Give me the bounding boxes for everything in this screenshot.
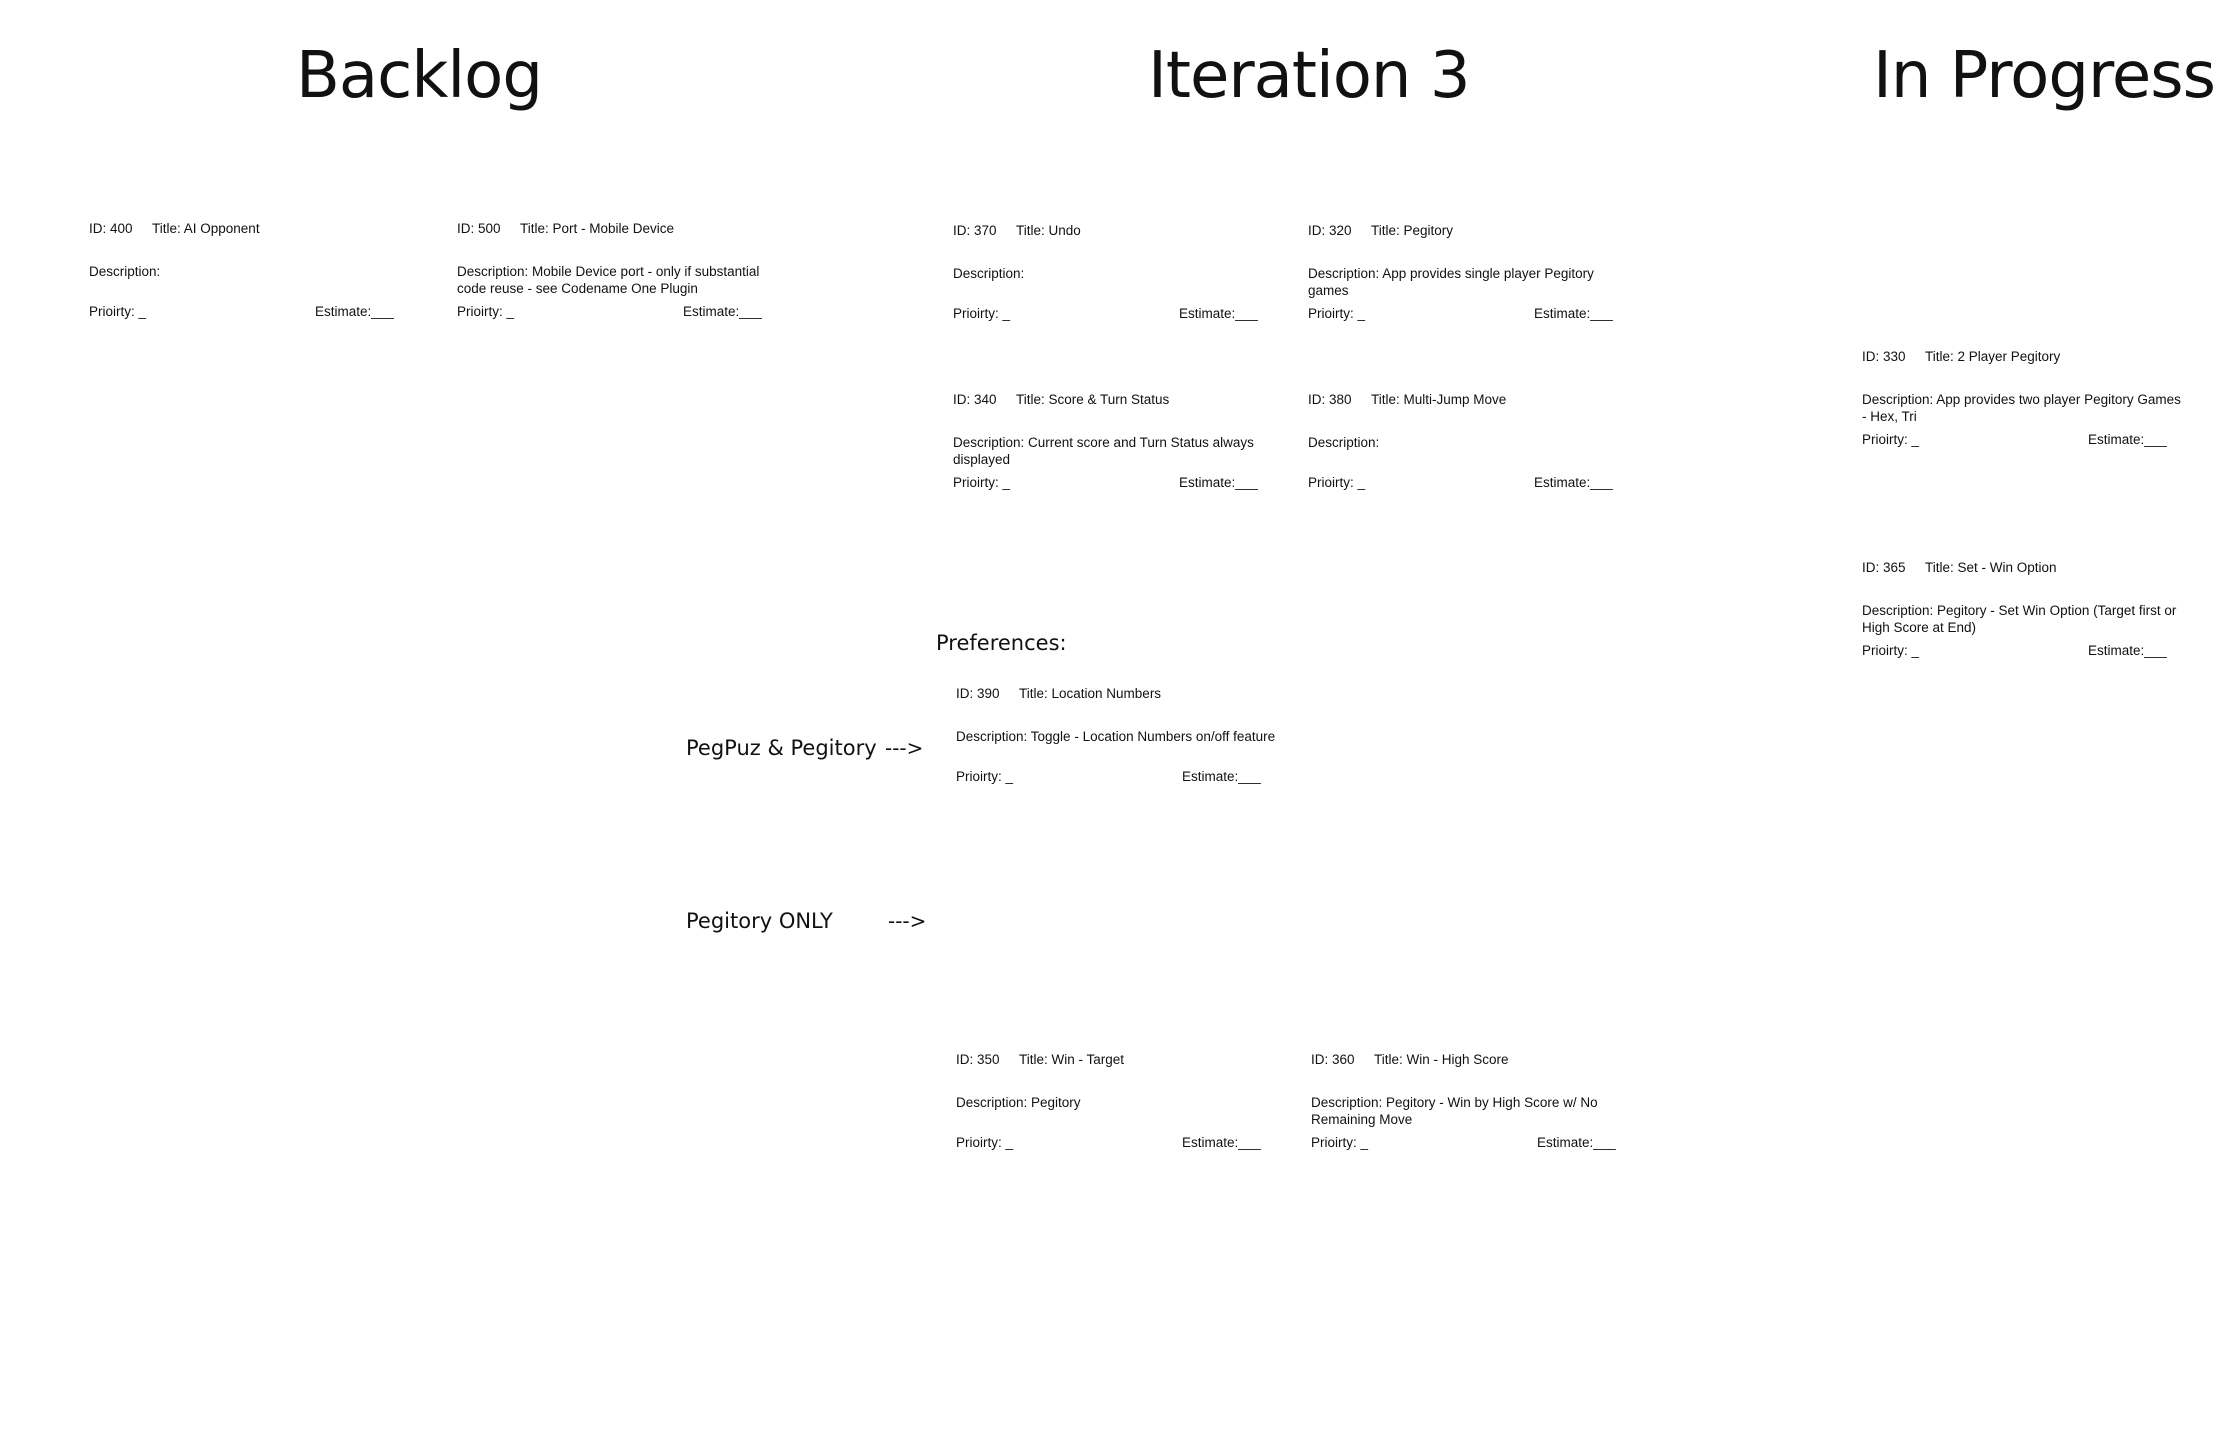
- card-title: Title: 2 Player Pegitory: [1925, 349, 2061, 364]
- card-priority: Prioirty: _: [1308, 475, 1366, 490]
- card-estimate: Estimate:___: [1182, 1135, 1261, 1150]
- backlog-heading: Backlog: [296, 39, 543, 113]
- card-title: Title: Score & Turn Status: [1016, 392, 1170, 407]
- pegpuz-pegitory-label: PegPuz & Pegitory: [686, 736, 877, 760]
- card-priority: Prioirty: _: [1311, 1135, 1369, 1150]
- card-description: Description: Mobile Device port - only i…: [457, 264, 760, 296]
- card-id: ID: 360: [1311, 1052, 1355, 1067]
- card-estimate: Estimate:___: [1179, 475, 1258, 490]
- card-estimate: Estimate:___: [1182, 769, 1261, 784]
- card-description: Description: App provides two player Peg…: [1862, 392, 2181, 424]
- card-priority: Prioirty: _: [457, 304, 515, 319]
- card-estimate: Estimate:___: [1534, 475, 1613, 490]
- arrow-right-icon: --->: [888, 909, 927, 933]
- story-card-320: ID: 320 Title: Pegitory Description: App …: [1308, 222, 1648, 322]
- card-priority: Prioirty: _: [953, 475, 1011, 490]
- story-card-340: ID: 340 Title: Score & Turn Status Descri…: [953, 391, 1293, 491]
- card-priority: Prioirty: _: [1862, 643, 1920, 658]
- in-progress-heading: In Progress: [1873, 39, 2216, 113]
- card-title: Title: AI Opponent: [152, 221, 260, 236]
- story-card-350: ID: 350 Title: Win - Target Description: …: [956, 1051, 1296, 1151]
- card-title: Title: Win - Target: [1019, 1052, 1125, 1067]
- arrow-right-icon: --->: [885, 736, 924, 760]
- card-description: Description: Toggle - Location Numbers o…: [956, 729, 1276, 744]
- card-description: Description: Pegitory - Win by High Scor…: [1311, 1095, 1598, 1127]
- card-priority: Prioirty: _: [1862, 432, 1920, 447]
- pegitory-only-label: Pegitory ONLY: [686, 909, 833, 933]
- card-estimate: Estimate:___: [1534, 306, 1613, 321]
- card-id: ID: 390: [956, 686, 1000, 701]
- card-description: Description:: [953, 266, 1025, 281]
- card-id: ID: 400: [89, 221, 133, 236]
- card-id: ID: 370: [953, 223, 997, 238]
- card-description: Description:: [1308, 435, 1380, 450]
- card-priority: Prioirty: _: [956, 1135, 1014, 1150]
- story-card-400: ID: 400 Title: AI Opponent Description: P…: [89, 220, 429, 320]
- card-priority: Prioirty: _: [1308, 306, 1366, 321]
- card-estimate: Estimate:___: [683, 304, 762, 319]
- card-title: Title: Multi-Jump Move: [1371, 392, 1507, 407]
- preferences-label: Preferences:: [936, 631, 1067, 655]
- card-description: Description: App provides single player …: [1308, 266, 1594, 298]
- card-description: Description: Pegitory - Set Win Option (…: [1862, 603, 2177, 635]
- card-estimate: Estimate:___: [315, 304, 394, 319]
- card-title: Title: Location Numbers: [1019, 686, 1162, 701]
- story-card-390: ID: 390 Title: Location Numbers Descripti…: [956, 685, 1296, 785]
- card-estimate: Estimate:___: [2088, 432, 2167, 447]
- card-id: ID: 365: [1862, 560, 1906, 575]
- card-title: Title: Win - High Score: [1374, 1052, 1509, 1067]
- card-priority: Prioirty: _: [953, 306, 1011, 321]
- story-card-500: ID: 500 Title: Port - Mobile Device Descr…: [457, 220, 797, 320]
- story-card-370: ID: 370 Title: Undo Description: Prioirty…: [953, 222, 1293, 322]
- card-estimate: Estimate:___: [1179, 306, 1258, 321]
- card-description: Description:: [89, 264, 161, 279]
- iteration-heading: Iteration 3: [1148, 39, 1471, 113]
- story-card-330: ID: 330 Title: 2 Player Pegitory Descript…: [1862, 348, 2202, 448]
- story-card-360: ID: 360 Title: Win - High Score Descripti…: [1311, 1051, 1651, 1151]
- card-description: Description: Current score and Turn Stat…: [953, 435, 1254, 467]
- card-priority: Prioirty: _: [89, 304, 147, 319]
- card-estimate: Estimate:___: [1537, 1135, 1616, 1150]
- card-id: ID: 380: [1308, 392, 1352, 407]
- card-id: ID: 320: [1308, 223, 1352, 238]
- card-title: Title: Pegitory: [1371, 223, 1454, 238]
- card-id: ID: 330: [1862, 349, 1906, 364]
- card-description: Description: Pegitory: [956, 1095, 1081, 1110]
- card-id: ID: 340: [953, 392, 997, 407]
- card-title: Title: Port - Mobile Device: [520, 221, 675, 236]
- card-estimate: Estimate:___: [2088, 643, 2167, 658]
- card-title: Title: Set - Win Option: [1925, 560, 2057, 575]
- card-id: ID: 350: [956, 1052, 1000, 1067]
- card-title: Title: Undo: [1016, 223, 1081, 238]
- card-priority: Prioirty: _: [956, 769, 1014, 784]
- card-id: ID: 500: [457, 221, 501, 236]
- story-card-365: ID: 365 Title: Set - Win Option Descripti…: [1862, 559, 2202, 659]
- story-card-380: ID: 380 Title: Multi-Jump Move Descriptio…: [1308, 391, 1648, 491]
